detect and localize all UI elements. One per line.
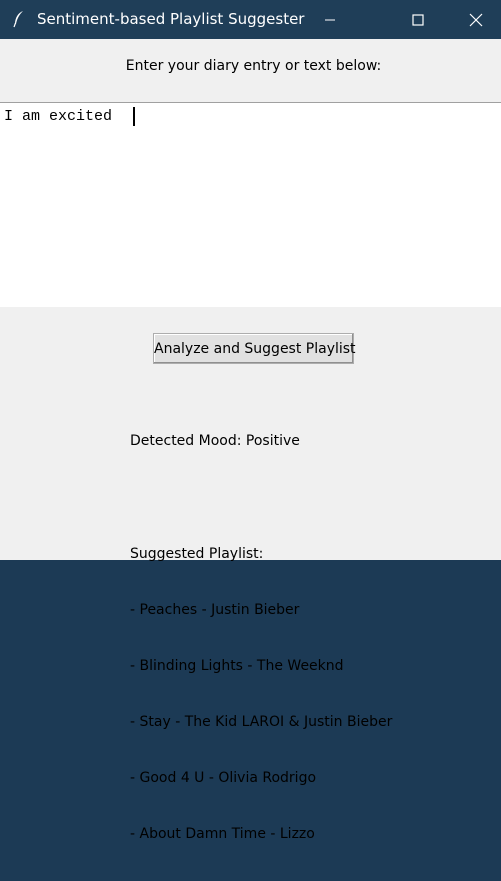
text-caret <box>133 107 135 126</box>
diary-text-area[interactable]: I am excited <box>0 102 501 307</box>
title-bar[interactable]: Sentiment-based Playlist Suggester <box>0 0 501 39</box>
feather-icon <box>12 10 26 28</box>
playlist-song: - Blinding Lights - The Weeknd <box>130 657 344 674</box>
analyze-button[interactable]: Analyze and Suggest Playlist <box>153 333 356 364</box>
detected-mood-text: Detected Mood: Positive <box>130 433 300 450</box>
playlist-song: - Stay - The Kid LAROI & Justin Bieber <box>130 713 393 730</box>
maximize-button[interactable] <box>389 0 447 39</box>
results-spacer <box>130 489 392 508</box>
results-panel: Detected Mood: Positive Suggested Playli… <box>130 395 392 881</box>
playlist-song: - Peaches - Justin Bieber <box>130 601 300 618</box>
diary-text-value: I am excited <box>4 108 122 125</box>
main-content: Enter your diary entry or text below: I … <box>0 39 501 842</box>
prompt-label: Enter your diary entry or text below: <box>125 58 382 74</box>
minimize-button[interactable] <box>301 0 359 39</box>
playlist-song: - Good 4 U - Olivia Rodrigo <box>130 769 317 786</box>
playlist-song: - About Damn Time - Lizzo <box>130 826 315 843</box>
close-icon <box>469 13 483 26</box>
app-window: Sentiment-based Playlist Suggester Enter… <box>0 0 501 842</box>
window-title: Sentiment-based Playlist Suggester <box>37 10 305 28</box>
playlist-heading: Suggested Playlist: <box>130 545 264 562</box>
maximize-icon <box>412 13 424 26</box>
close-button[interactable] <box>447 0 501 39</box>
minimize-icon <box>325 19 335 20</box>
